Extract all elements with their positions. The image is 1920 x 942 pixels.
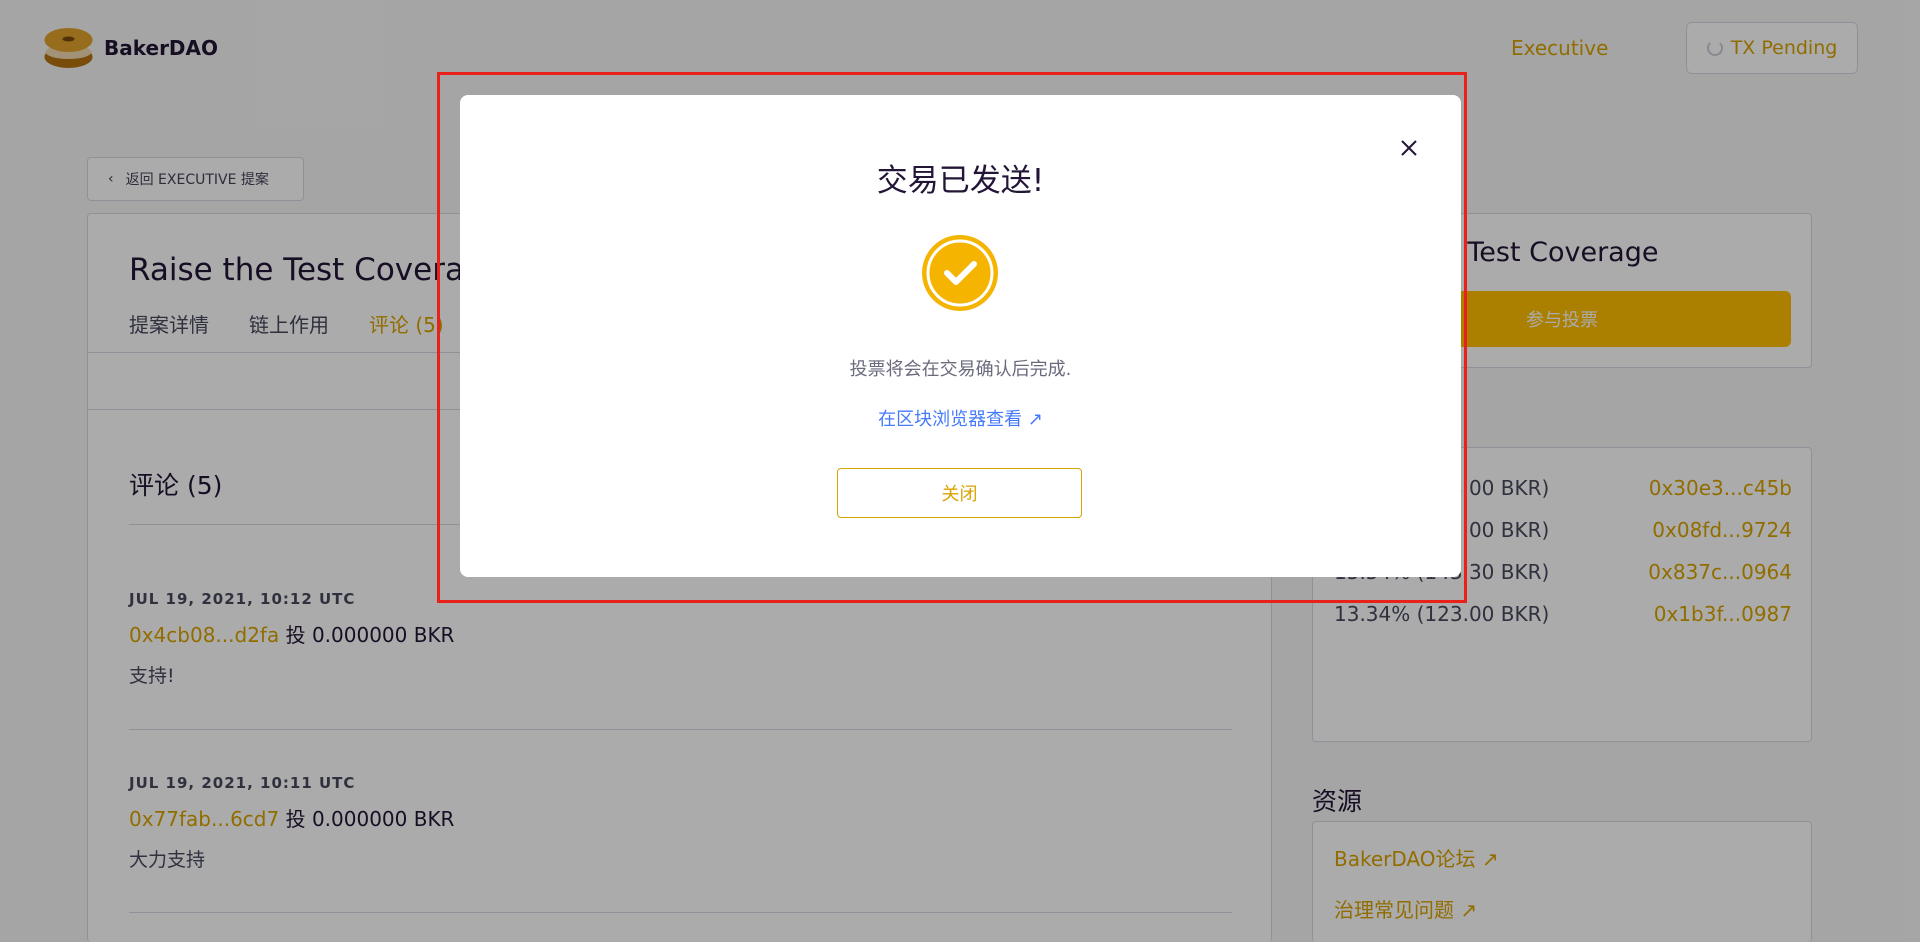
- success-check-icon: [922, 235, 998, 311]
- modal-title: 交易已发送!: [876, 163, 1045, 199]
- modal-message: 投票将会在交易确认后完成.: [849, 359, 1072, 380]
- modal-close-button[interactable]: 关闭: [837, 468, 1082, 518]
- block-explorer-link[interactable]: 在区块浏览器查看 ↗: [460, 405, 1461, 431]
- transaction-sent-modal: 交易已发送! 投票将会在交易确认后完成. 在区块浏览器查看 ↗ 关闭: [460, 95, 1461, 577]
